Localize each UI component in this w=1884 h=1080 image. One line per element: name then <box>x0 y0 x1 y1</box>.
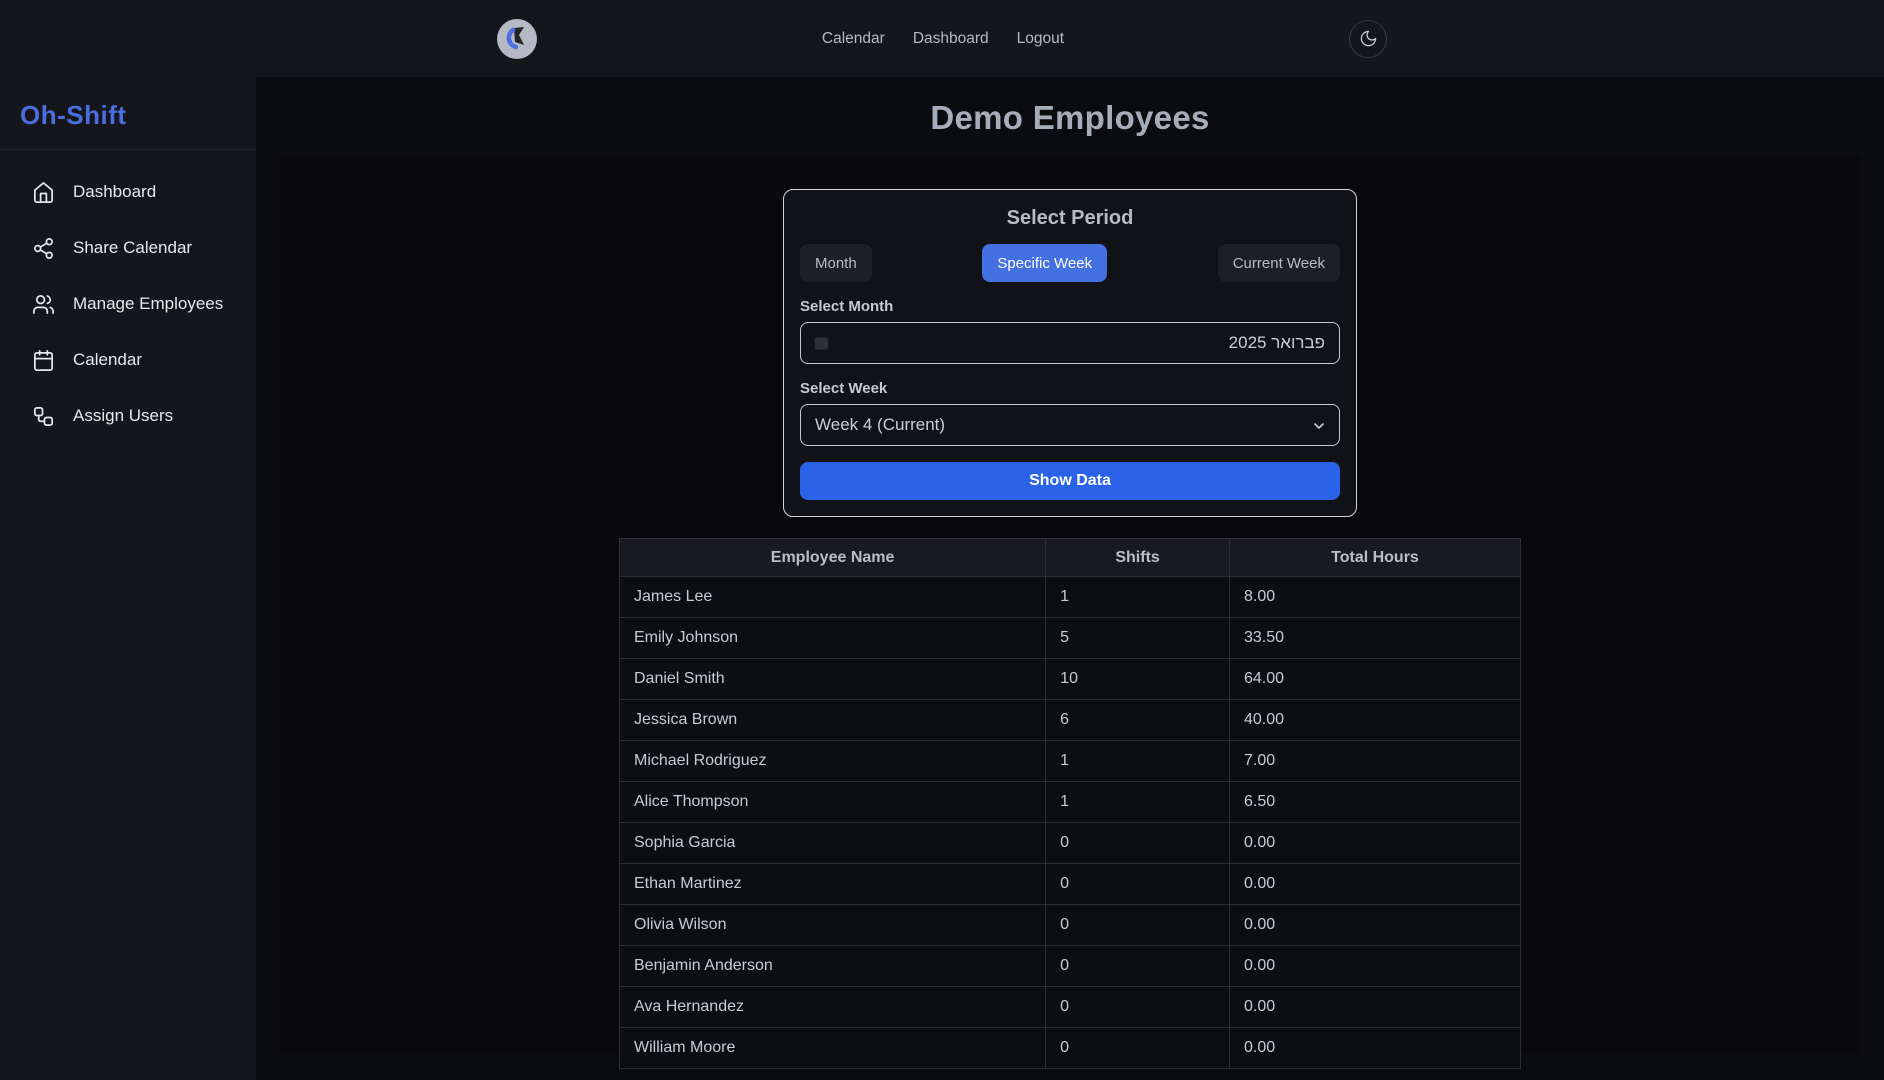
employee-name-cell: William Moore <box>620 1028 1046 1069</box>
employee-name-cell: Michael Rodriguez <box>620 741 1046 782</box>
total-hours-cell: 0.00 <box>1229 946 1520 987</box>
sidebar-item-manage-employees[interactable]: Manage Employees <box>0 276 256 332</box>
period-button-current-week[interactable]: Current Week <box>1218 244 1340 282</box>
shifts-cell: 10 <box>1046 659 1230 700</box>
table-row: Ava Hernandez00.00 <box>620 987 1521 1028</box>
table-row: Emily Johnson533.50 <box>620 618 1521 659</box>
calendar-picker-icon[interactable] <box>813 335 830 351</box>
week-select-value: Week 4 (Current) <box>815 415 945 435</box>
users-icon <box>32 293 55 316</box>
table-row: Ethan Martinez00.00 <box>620 864 1521 905</box>
month-input-wrap <box>800 322 1340 364</box>
period-button-row: Month Specific Week Current Week <box>800 244 1340 282</box>
period-button-specific-week[interactable]: Specific Week <box>982 244 1107 282</box>
main-content: Demo Employees Select Period Month Specif… <box>256 77 1884 1080</box>
shifts-cell: 0 <box>1046 987 1230 1028</box>
select-week-label: Select Week <box>800 380 1340 397</box>
nav-link-calendar[interactable]: Calendar <box>822 30 885 48</box>
month-input[interactable] <box>800 322 1340 364</box>
table-row: Olivia Wilson00.00 <box>620 905 1521 946</box>
total-hours-cell: 6.50 <box>1229 782 1520 823</box>
share-icon <box>32 237 55 260</box>
sidebar-item-dashboard[interactable]: Dashboard <box>0 164 256 220</box>
table-row: James Lee18.00 <box>620 577 1521 618</box>
select-month-label: Select Month <box>800 298 1340 315</box>
total-hours-cell: 0.00 <box>1229 823 1520 864</box>
employee-name-cell: Emily Johnson <box>620 618 1046 659</box>
total-hours-cell: 33.50 <box>1229 618 1520 659</box>
employee-name-cell: James Lee <box>620 577 1046 618</box>
table-row: Alice Thompson16.50 <box>620 782 1521 823</box>
table-row: Michael Rodriguez17.00 <box>620 741 1521 782</box>
shifts-cell: 0 <box>1046 905 1230 946</box>
table-header: Employee NameShiftsTotal Hours <box>620 539 1521 577</box>
app-logo[interactable] <box>497 19 537 59</box>
column-header-total-hours: Total Hours <box>1229 539 1520 577</box>
total-hours-cell: 40.00 <box>1229 700 1520 741</box>
employee-name-cell: Benjamin Anderson <box>620 946 1046 987</box>
total-hours-cell: 0.00 <box>1229 864 1520 905</box>
nav-link-dashboard[interactable]: Dashboard <box>913 30 989 48</box>
total-hours-cell: 8.00 <box>1229 577 1520 618</box>
sidebar-item-label: Dashboard <box>73 182 156 202</box>
sidebar-nav: Dashboard Share Calendar Manage Employees C… <box>0 150 256 444</box>
table-row: Sophia Garcia00.00 <box>620 823 1521 864</box>
shifts-cell: 5 <box>1046 618 1230 659</box>
sidebar-item-assign-users[interactable]: Assign Users <box>0 388 256 444</box>
calendar-icon <box>32 349 55 372</box>
column-header-employee-name: Employee Name <box>620 539 1046 577</box>
sidebar-item-label: Share Calendar <box>73 238 192 258</box>
employee-name-cell: Sophia Garcia <box>620 823 1046 864</box>
total-hours-cell: 7.00 <box>1229 741 1520 782</box>
moon-icon <box>1359 29 1378 48</box>
page-title: Demo Employees <box>256 99 1884 137</box>
sidebar-item-label: Calendar <box>73 350 142 370</box>
week-select[interactable]: Week 4 (Current) <box>800 404 1340 446</box>
shifts-cell: 1 <box>1046 577 1230 618</box>
sidebar: Oh-Shift Dashboard Share Calendar Manage E… <box>0 0 256 1080</box>
table-row: William Moore00.00 <box>620 1028 1521 1069</box>
show-data-button[interactable]: Show Data <box>800 462 1340 500</box>
sidebar-item-label: Assign Users <box>73 406 173 426</box>
total-hours-cell: 0.00 <box>1229 987 1520 1028</box>
shifts-cell: 1 <box>1046 741 1230 782</box>
nav-link-logout[interactable]: Logout <box>1017 30 1064 48</box>
navbar-inner: Calendar Dashboard Logout <box>497 0 1387 77</box>
shifts-cell: 1 <box>1046 782 1230 823</box>
top-navbar: Calendar Dashboard Logout <box>0 0 1884 77</box>
sidebar-item-label: Manage Employees <box>73 294 223 314</box>
total-hours-cell: 64.00 <box>1229 659 1520 700</box>
employee-name-cell: Olivia Wilson <box>620 905 1046 946</box>
column-header-shifts: Shifts <box>1046 539 1230 577</box>
employee-name-cell: Daniel Smith <box>620 659 1046 700</box>
employee-name-cell: Ethan Martinez <box>620 864 1046 905</box>
shifts-cell: 0 <box>1046 946 1230 987</box>
employee-name-cell: Ava Hernandez <box>620 987 1046 1028</box>
card-title: Select Period <box>800 206 1340 230</box>
total-hours-cell: 0.00 <box>1229 1028 1520 1069</box>
sidebar-item-calendar[interactable]: Calendar <box>0 332 256 388</box>
sidebar-item-share-calendar[interactable]: Share Calendar <box>0 220 256 276</box>
table-row: Benjamin Anderson00.00 <box>620 946 1521 987</box>
theme-toggle-button[interactable] <box>1349 20 1387 58</box>
shifts-cell: 0 <box>1046 823 1230 864</box>
employee-name-cell: Jessica Brown <box>620 700 1046 741</box>
table-row: Daniel Smith1064.00 <box>620 659 1521 700</box>
chevron-down-icon <box>1311 418 1327 434</box>
total-hours-cell: 0.00 <box>1229 905 1520 946</box>
home-icon <box>32 181 55 204</box>
select-period-card: Select Period Month Specific Week Current … <box>783 189 1357 517</box>
shifts-cell: 6 <box>1046 700 1230 741</box>
workflow-icon <box>32 405 55 428</box>
navbar-links: Calendar Dashboard Logout <box>822 30 1064 48</box>
sidebar-header: Oh-Shift <box>0 0 256 150</box>
shifts-cell: 0 <box>1046 1028 1230 1069</box>
employee-name-cell: Alice Thompson <box>620 782 1046 823</box>
table-row: Jessica Brown640.00 <box>620 700 1521 741</box>
shifts-cell: 0 <box>1046 864 1230 905</box>
content-panel: Select Period Month Specific Week Current … <box>280 156 1860 1054</box>
brand-title: Oh-Shift <box>20 100 236 131</box>
employees-table: Employee NameShiftsTotal Hours James Lee… <box>619 538 1521 1069</box>
period-button-month[interactable]: Month <box>800 244 872 282</box>
